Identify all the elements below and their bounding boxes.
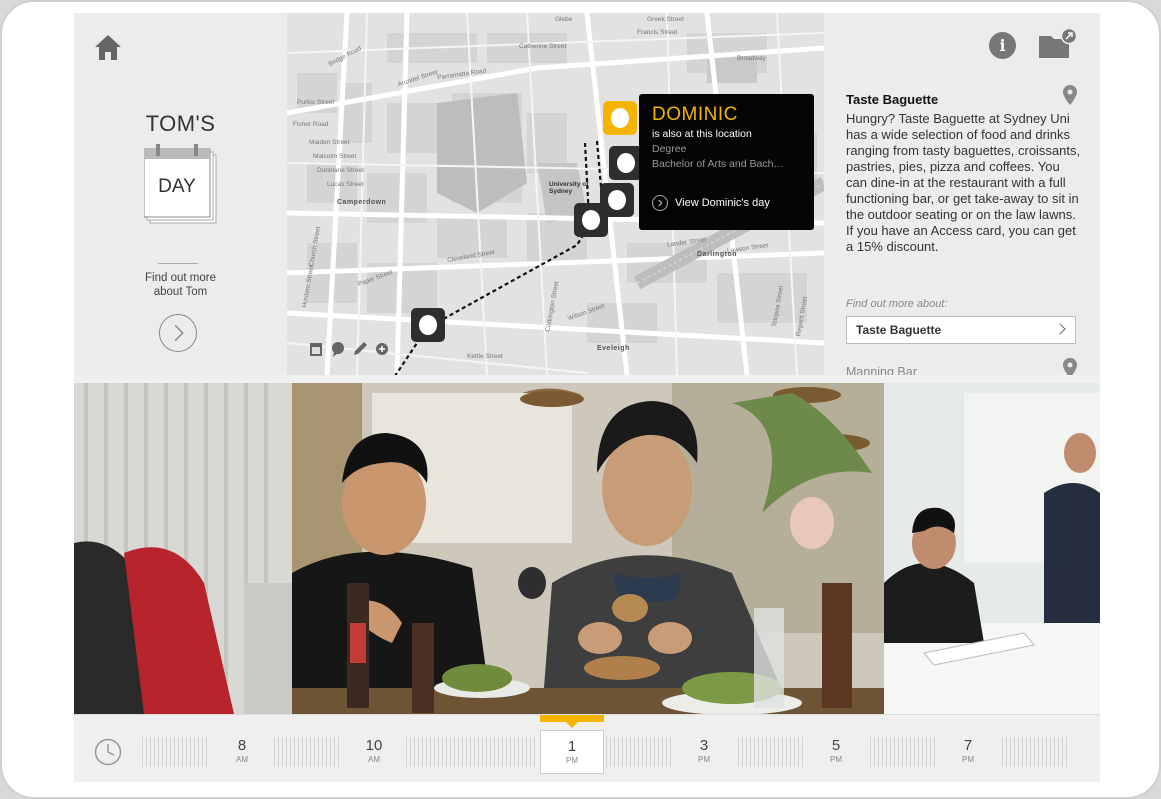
timeline-hatch [406, 737, 538, 767]
tick-period: PM [962, 755, 974, 764]
street-label: Broadway [737, 55, 766, 62]
street-label: Kettle Street [467, 353, 503, 360]
timeline-hatch [606, 737, 672, 767]
info-panel: i Taste Baguette Hungry? Taste Baguette … [824, 13, 1100, 375]
find-more-line2: about Tom [153, 286, 208, 298]
timeline-tick-5pm[interactable]: 5 PM [804, 737, 868, 764]
find-more-arrow-button[interactable] [159, 314, 197, 352]
calendar-label: DAY [158, 176, 196, 197]
timeline-hatch [1002, 737, 1068, 767]
clock-icon[interactable] [94, 738, 122, 766]
find-out-more-text: Find out more about Tom [74, 271, 287, 299]
chat-tool-icon[interactable] [329, 340, 347, 358]
area-label: Darlington [697, 251, 737, 258]
map-toolbar [307, 338, 391, 360]
person-pin-icon[interactable] [609, 146, 643, 180]
popup-subtitle: is also at this location [652, 128, 752, 140]
left-panel: TOM'S DAY Find out more about Tom [74, 13, 287, 375]
divider [158, 263, 198, 264]
popup-degree-value: Bachelor of Arts and Bach… [652, 158, 784, 170]
info-icon[interactable]: i [989, 32, 1016, 59]
main-video-frame[interactable] [292, 383, 884, 714]
tick-hour: 10 [365, 737, 383, 754]
timeline-tick-8am[interactable]: 8 AM [210, 737, 274, 764]
find-about-button-label: Taste Baguette [856, 323, 942, 337]
find-more-line1: Find out more [145, 272, 216, 284]
timeline-tick-1pm[interactable]: 1 PM [540, 730, 604, 774]
street-label: Greek Street [647, 16, 684, 23]
timeline-bar[interactable]: 8 AM 10 AM 1 PM 3 PM 5 PM 7 PM [74, 714, 1100, 782]
street-label: Fisher Road [293, 121, 329, 128]
street-label: Malcolm Street [313, 153, 357, 160]
timeline-hatch [142, 737, 208, 767]
tablet-frame: TOM'S DAY Find out more about Tom Glebe … [0, 0, 1161, 799]
find-about-label: Find out more about: [846, 298, 948, 310]
street-label: Lucas Street [327, 181, 364, 188]
street-label: Maiden Street [309, 139, 350, 146]
video-thumbnail-next[interactable] [884, 383, 1100, 714]
days-title: TOM'S [145, 111, 216, 136]
place-title: Taste Baguette [846, 92, 939, 107]
add-tool-icon[interactable] [373, 340, 391, 358]
current-time-marker [540, 715, 604, 722]
area-label: Camperdown [337, 199, 387, 206]
view-day-link[interactable]: View Dominic's day [652, 195, 770, 211]
street-label: Purkis Street [297, 99, 335, 106]
app-screen: TOM'S DAY Find out more about Tom Glebe … [74, 13, 1100, 782]
street-label: Francis Street [637, 29, 678, 36]
current-time-marker-arrow [566, 722, 578, 728]
tick-period: PM [566, 756, 578, 765]
share-icon[interactable] [1039, 28, 1077, 60]
timeline-tick-3pm[interactable]: 3 PM [672, 737, 736, 764]
next-place-title: Manning Bar [846, 365, 917, 375]
view-day-link-label: View Dominic's day [675, 197, 770, 209]
person-popup: DOMINIC is also at this location Degree … [639, 94, 814, 230]
chevron-right-circle-icon [652, 195, 668, 211]
tick-hour: 8 [237, 737, 247, 754]
tick-period: PM [698, 755, 710, 764]
timeline-hatch [870, 737, 936, 767]
home-icon[interactable] [94, 33, 122, 61]
area-label: University of Sydney [549, 181, 589, 195]
tick-period: AM [368, 755, 380, 764]
chevron-right-icon [1054, 323, 1066, 335]
tick-hour: 5 [831, 737, 841, 754]
person-pin-dominic-icon[interactable] [603, 101, 637, 135]
tick-period: PM [830, 755, 842, 764]
video-thumbnail-previous[interactable] [74, 383, 292, 714]
timeline-hatch [274, 737, 340, 767]
street-label: Catherine Street [519, 43, 567, 50]
pencil-tool-icon[interactable] [351, 340, 369, 358]
tick-hour: 1 [567, 738, 577, 755]
person-pin-icon[interactable] [574, 203, 608, 237]
location-pin-icon[interactable] [1063, 358, 1077, 375]
timeline-tick-7pm[interactable]: 7 PM [936, 737, 1000, 764]
face-icon [617, 153, 635, 173]
find-about-button[interactable]: Taste Baguette [846, 316, 1076, 344]
street-label: Glebe [555, 16, 573, 23]
tick-hour: 3 [699, 737, 709, 754]
tick-hour: 7 [963, 737, 973, 754]
location-pin-icon[interactable] [1063, 85, 1077, 105]
person-pin-tom-icon[interactable] [411, 308, 445, 342]
face-icon [419, 315, 437, 335]
face-icon [611, 108, 629, 128]
area-label: Eveleigh [597, 345, 630, 352]
video-strip[interactable] [74, 383, 1100, 714]
popup-person-name: DOMINIC [652, 104, 738, 125]
face-icon [608, 190, 626, 210]
place-description: Hungry? Taste Baguette at Sydney Uni has… [846, 111, 1081, 254]
timeline-hatch [738, 737, 804, 767]
popup-degree-label: Degree [652, 143, 687, 155]
street-label: Dunblane Street [317, 167, 364, 174]
tick-period: AM [236, 755, 248, 764]
campus-map[interactable]: Glebe Greek Street Francis Street Cather… [287, 13, 824, 375]
calendar-tool-icon[interactable] [307, 340, 325, 358]
timeline-tick-10am[interactable]: 10 AM [342, 737, 406, 764]
face-icon [582, 210, 600, 230]
